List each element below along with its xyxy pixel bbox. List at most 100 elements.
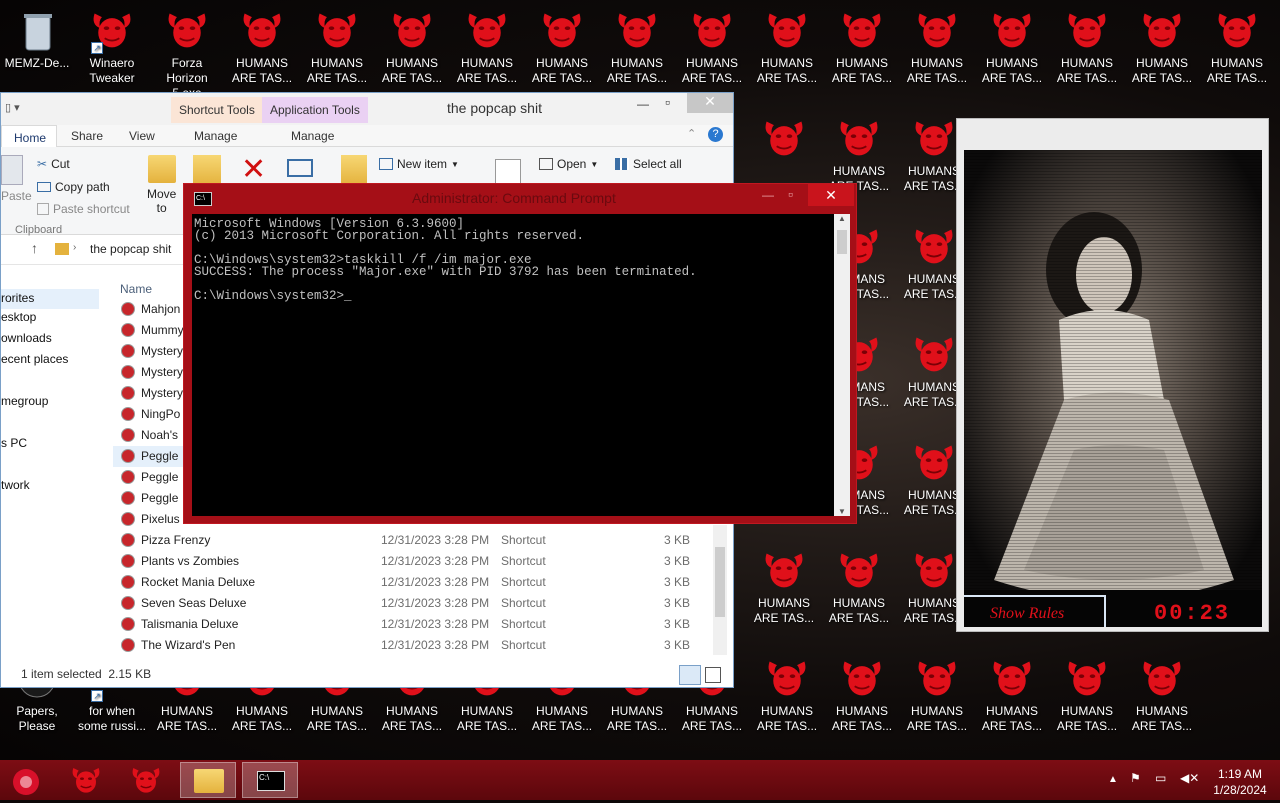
file-row[interactable]: Seven Seas Deluxe 12/31/2023 3:28 PM Short…: [113, 593, 711, 614]
maximize-button[interactable]: ▫: [665, 94, 670, 110]
navigation-pane: rorites esktop ownloads ecent places meg…: [1, 275, 106, 655]
nav-favorites[interactable]: rorites: [1, 289, 99, 309]
nav-this-pc[interactable]: s PC: [1, 436, 27, 450]
game-screen[interactable]: Show Rules 00:23: [964, 150, 1262, 627]
help-icon[interactable]: ?: [708, 127, 723, 142]
scissors-icon: ✂: [37, 157, 48, 171]
paste-button[interactable]: Paste: [1, 155, 32, 203]
taskbar-devil-app-2[interactable]: [118, 762, 174, 798]
vertical-scrollbar[interactable]: [713, 525, 727, 655]
cmd-minimize-button[interactable]: —: [762, 188, 774, 202]
desktop-icon[interactable]: HUMANS ARE TAS...: [1201, 0, 1273, 104]
game-window[interactable]: Show Rules 00:23: [956, 118, 1269, 632]
desktop-icon[interactable]: HUMANS ARE TAS...: [826, 0, 898, 104]
cmd-scrollbar[interactable]: ▲ ▼: [834, 214, 850, 516]
column-header-name[interactable]: Name: [120, 282, 152, 296]
file-row[interactable]: Talismania Deluxe 12/31/2023 3:28 PM Short…: [113, 614, 711, 635]
new-folder-icon[interactable]: [341, 155, 367, 185]
move-to-button[interactable]: Move to: [147, 155, 176, 215]
minimize-button[interactable]: —: [637, 97, 649, 111]
copy-to-icon[interactable]: [193, 155, 221, 185]
devil-icon: [915, 553, 953, 588]
desktop-icon[interactable]: HUMANS ARE TAS...: [601, 0, 673, 104]
desktop-icon[interactable]: HUMANS ARE TAS...: [748, 540, 820, 644]
network-icon[interactable]: ▭: [1155, 771, 1166, 785]
delete-icon[interactable]: ✕: [241, 155, 266, 185]
up-arrow-icon[interactable]: ↑: [31, 240, 38, 256]
desktop-icon[interactable]: Forza Horizon 5.exe: [151, 0, 223, 104]
tab-application-tools[interactable]: Application Tools: [262, 97, 368, 123]
desktop-icon[interactable]: HUMANS ARE TAS...: [751, 0, 823, 104]
action-center-flag-icon[interactable]: ⚑: [1130, 771, 1141, 785]
file-row[interactable]: Rocket Mania Deluxe 12/31/2023 3:28 PM Sho…: [113, 572, 711, 593]
desktop-icon[interactable]: MEMZ-De...: [1, 0, 73, 104]
nav-recent-places[interactable]: ecent places: [1, 352, 68, 366]
desktop-icon[interactable]: HUMANS ARE TAS...: [526, 0, 598, 104]
cmd-close-button[interactable]: ✕: [808, 184, 854, 206]
open-button[interactable]: Open ▼: [539, 157, 598, 171]
desktop-icon[interactable]: HUMANS ARE TAS...: [976, 648, 1048, 752]
show-rules-button[interactable]: Show Rules: [964, 595, 1106, 627]
shortcut-file-icon: [121, 554, 135, 568]
desktop-icon-label: HUMANS ARE TAS...: [456, 704, 518, 733]
cmd-maximize-button[interactable]: ▫: [788, 186, 793, 202]
copy-path-button[interactable]: Copy path: [37, 180, 110, 194]
taskbar-file-explorer[interactable]: [180, 762, 236, 798]
cmd-scrollbar-thumb[interactable]: [837, 230, 847, 254]
file-row[interactable]: Plants vs Zombies 12/31/2023 3:28 PM Short…: [113, 551, 711, 572]
desktop-icon[interactable]: HUMANS ARE TAS...: [826, 648, 898, 752]
nav-network[interactable]: twork: [1, 478, 30, 492]
rename-icon[interactable]: [287, 159, 313, 177]
new-item-button[interactable]: New item ▼: [379, 157, 459, 171]
console-output[interactable]: Microsoft Windows [Version 6.3.9600] (c)…: [192, 214, 834, 516]
desktop-icon[interactable]: HUMANS ARE TAS...: [301, 0, 373, 104]
desktop-icon[interactable]: HUMANS ARE TAS...: [901, 648, 973, 752]
desktop-icon[interactable]: HUMANS ARE TAS...: [751, 648, 823, 752]
file-row[interactable]: Pizza Frenzy 12/31/2023 3:28 PM Shortcut 3 …: [113, 530, 711, 551]
quick-access-icon[interactable]: ▯ ▾: [5, 101, 20, 114]
desktop-icon[interactable]: HUMANS ARE TAS...: [676, 0, 748, 104]
desktop-icon[interactable]: HUMANS ARE TAS...: [823, 540, 895, 644]
tab-view[interactable]: View: [129, 129, 155, 143]
desktop-icon[interactable]: HUMANS ARE TAS...: [1126, 648, 1198, 752]
taskbar-command-prompt[interactable]: C:\: [242, 762, 298, 798]
desktop-icon[interactable]: HUMANS ARE TAS...: [226, 0, 298, 104]
desktop-icon[interactable]: HUMANS ARE TAS...: [1126, 0, 1198, 104]
desktop-icon[interactable]: HUMANS ARE TAS...: [901, 0, 973, 104]
close-button[interactable]: ✕: [687, 93, 733, 113]
select-all-button[interactable]: Select all: [615, 157, 682, 171]
tab-share[interactable]: Share: [71, 129, 103, 143]
details-view-icon[interactable]: [679, 665, 701, 685]
explorer-titlebar[interactable]: ▯ ▾ Shortcut Tools Application Tools the…: [1, 93, 733, 125]
desktop-icon[interactable]: HUMANS ARE TAS...: [1051, 648, 1123, 752]
clock[interactable]: 1:19 AM 1/28/2024: [1204, 766, 1276, 798]
scrollbar-thumb[interactable]: [715, 547, 725, 617]
nav-desktop[interactable]: esktop: [1, 310, 36, 324]
tab-manage-application[interactable]: Manage: [291, 129, 334, 143]
start-button[interactable]: [0, 762, 56, 798]
cut-button[interactable]: ✂ Cut: [37, 157, 70, 171]
nav-downloads[interactable]: ownloads: [1, 331, 52, 345]
file-row[interactable]: The Wizard's Pen 12/31/2023 3:28 PM Shortc…: [113, 635, 711, 656]
tab-shortcut-tools[interactable]: Shortcut Tools: [171, 97, 263, 123]
nav-homegroup[interactable]: megroup: [1, 394, 48, 408]
scroll-up-icon[interactable]: ▲: [838, 214, 846, 223]
desktop-icon[interactable]: HUMANS ARE TAS...: [376, 0, 448, 104]
desktop-icon[interactable]: ↗ Winaero Tweaker: [76, 0, 148, 104]
paste-shortcut-button[interactable]: Paste shortcut: [37, 202, 130, 216]
large-icons-view-icon[interactable]: [705, 667, 721, 683]
desktop-icon[interactable]: HUMANS ARE TAS...: [451, 0, 523, 104]
show-hidden-icons[interactable]: ▲: [1108, 774, 1118, 785]
command-prompt-window[interactable]: C:\ Administrator: Command Prompt — ▫ ✕ …: [183, 183, 857, 524]
tab-manage-shortcut[interactable]: Manage: [194, 129, 237, 143]
desktop-icon[interactable]: HUMANS ARE TAS...: [976, 0, 1048, 104]
devil-icon: [1068, 13, 1106, 48]
desktop-icon[interactable]: HUMANS ARE TAS...: [1051, 0, 1123, 104]
scroll-down-icon[interactable]: ▼: [838, 507, 846, 516]
cmd-titlebar[interactable]: C:\ Administrator: Command Prompt — ▫ ✕: [184, 184, 856, 212]
collapse-ribbon-icon[interactable]: ⌃: [687, 127, 696, 140]
taskbar-devil-app-1[interactable]: [58, 762, 114, 798]
tab-home[interactable]: Home: [1, 125, 57, 148]
volume-icon[interactable]: ◀✕: [1180, 771, 1199, 785]
address-path[interactable]: the popcap shit: [90, 242, 171, 256]
